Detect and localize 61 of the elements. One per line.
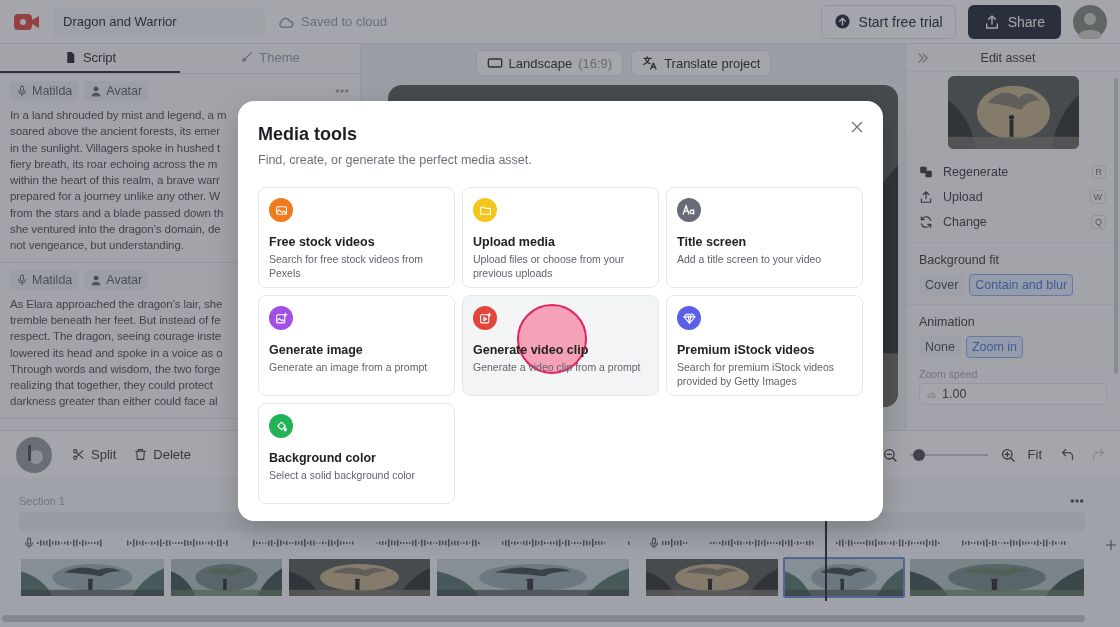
media-tool-card[interactable]: Background color Select a solid background color (258, 403, 455, 504)
script-text-line: in the sunlight. Villagers spoke in hushed t (10, 140, 221, 156)
card-description: Upload files or choose from your previous uploads (473, 253, 626, 280)
card-description: Select a solid background color (269, 469, 416, 483)
delete-button[interactable]: Delete (128, 443, 197, 466)
script-text-line: from the stars and a blade passed down th (10, 205, 224, 221)
script-text-line: soared above the ancient forests, its emer (10, 124, 220, 140)
voice-tag[interactable]: Matilda (10, 269, 79, 290)
script-text-line: prepared for a journey unlike any other. W (10, 189, 220, 205)
modal-subtitle: Find, create, or generate the perfect media asset. (258, 153, 533, 167)
card-description: Search for premium iStock videos provided by Getty Images (677, 361, 835, 388)
card-description: Generate an image from a prompt (269, 361, 429, 375)
option-button[interactable]: None (919, 336, 961, 358)
translate-button[interactable]: Translate project (631, 50, 772, 76)
shortcut-key: W (1089, 189, 1106, 204)
script-text-line: In a land shrouded by mist and legend, a m (10, 108, 227, 123)
start-trial-button[interactable]: Start free trial (820, 4, 956, 39)
card-title: Premium iStock videos (677, 343, 815, 357)
format-button[interactable]: Landscape (16:9) (475, 50, 624, 76)
card-description: Add a title screen to your video (677, 253, 823, 267)
script-text-line: darkness greater than either could face al (10, 394, 218, 410)
script-text-line: Through words and wisdom, the two forge (10, 361, 221, 377)
option-button[interactable]: Zoom in (965, 336, 1024, 358)
script-text-line: As Elara approached the dragon’s lair, she (10, 296, 223, 312)
card-title: Title screen (677, 235, 747, 249)
avatar-tag[interactable]: Avatar (84, 269, 149, 290)
share-button[interactable]: Share (967, 4, 1061, 39)
zoom-speed-field[interactable]: 1.00 (919, 383, 1107, 405)
card-title: Free stock videos (269, 235, 375, 249)
script-text-line: she ventured into the dragon’s domain, de (10, 222, 221, 238)
shortcut-key: Q (1091, 214, 1106, 229)
media-tool-card[interactable]: Title screen Add a title screen to your video (666, 187, 863, 288)
option-button[interactable]: Contain and blur (969, 274, 1074, 296)
save-status: Saved to cloud (301, 14, 387, 29)
card-description: Search for free stock videos from Pexels (269, 253, 425, 280)
media-tool-card[interactable]: Generate image Generate an image from a prompt (258, 295, 455, 396)
script-text-line: fiery breath, its roar echoing across the m (10, 156, 218, 172)
media-tool-card[interactable]: Upload media Upload files or choose from your previous uploads (462, 187, 659, 288)
media-tool-card[interactable]: Premium iStock videos Search for premium iStock videos provided by Getty Images (666, 295, 863, 396)
script-text-line: realizing that together, they could protect (10, 378, 213, 394)
card-title: Upload media (473, 235, 555, 249)
group-label: Animation (919, 315, 976, 329)
script-text-line: lowered its head and spoke in a voice as o (10, 345, 223, 361)
project-title-field[interactable]: Dragon and Warrior (53, 6, 265, 37)
card-title: Generate image (269, 343, 363, 357)
script-text-line: within the heart of this realm, a brave warr (10, 173, 220, 189)
tab[interactable]: Script (0, 44, 180, 73)
voice-tag[interactable]: Matilda (10, 81, 79, 101)
shortcut-key: R (1091, 164, 1106, 179)
split-button[interactable]: Split (66, 443, 123, 466)
modal-title: Media tools (258, 124, 357, 145)
script-text-line: not vengeance, but understanding. (10, 238, 184, 254)
group-label: Background fit (919, 253, 1000, 267)
option-button[interactable]: Cover (919, 274, 965, 296)
script-text-line: tremble beneath her feet. But instead of fe (10, 312, 221, 328)
avatar-tag[interactable]: Avatar (84, 81, 149, 101)
panel-title: Edit asset (979, 50, 1037, 65)
media-tool-card[interactable]: Free stock videos Search for free stock videos from Pexels (258, 187, 455, 288)
script-text-line: respect. The dragon, seeing courage inste (10, 329, 222, 345)
card-title: Background color (269, 451, 376, 465)
fit-button[interactable]: Fit (1021, 443, 1048, 466)
